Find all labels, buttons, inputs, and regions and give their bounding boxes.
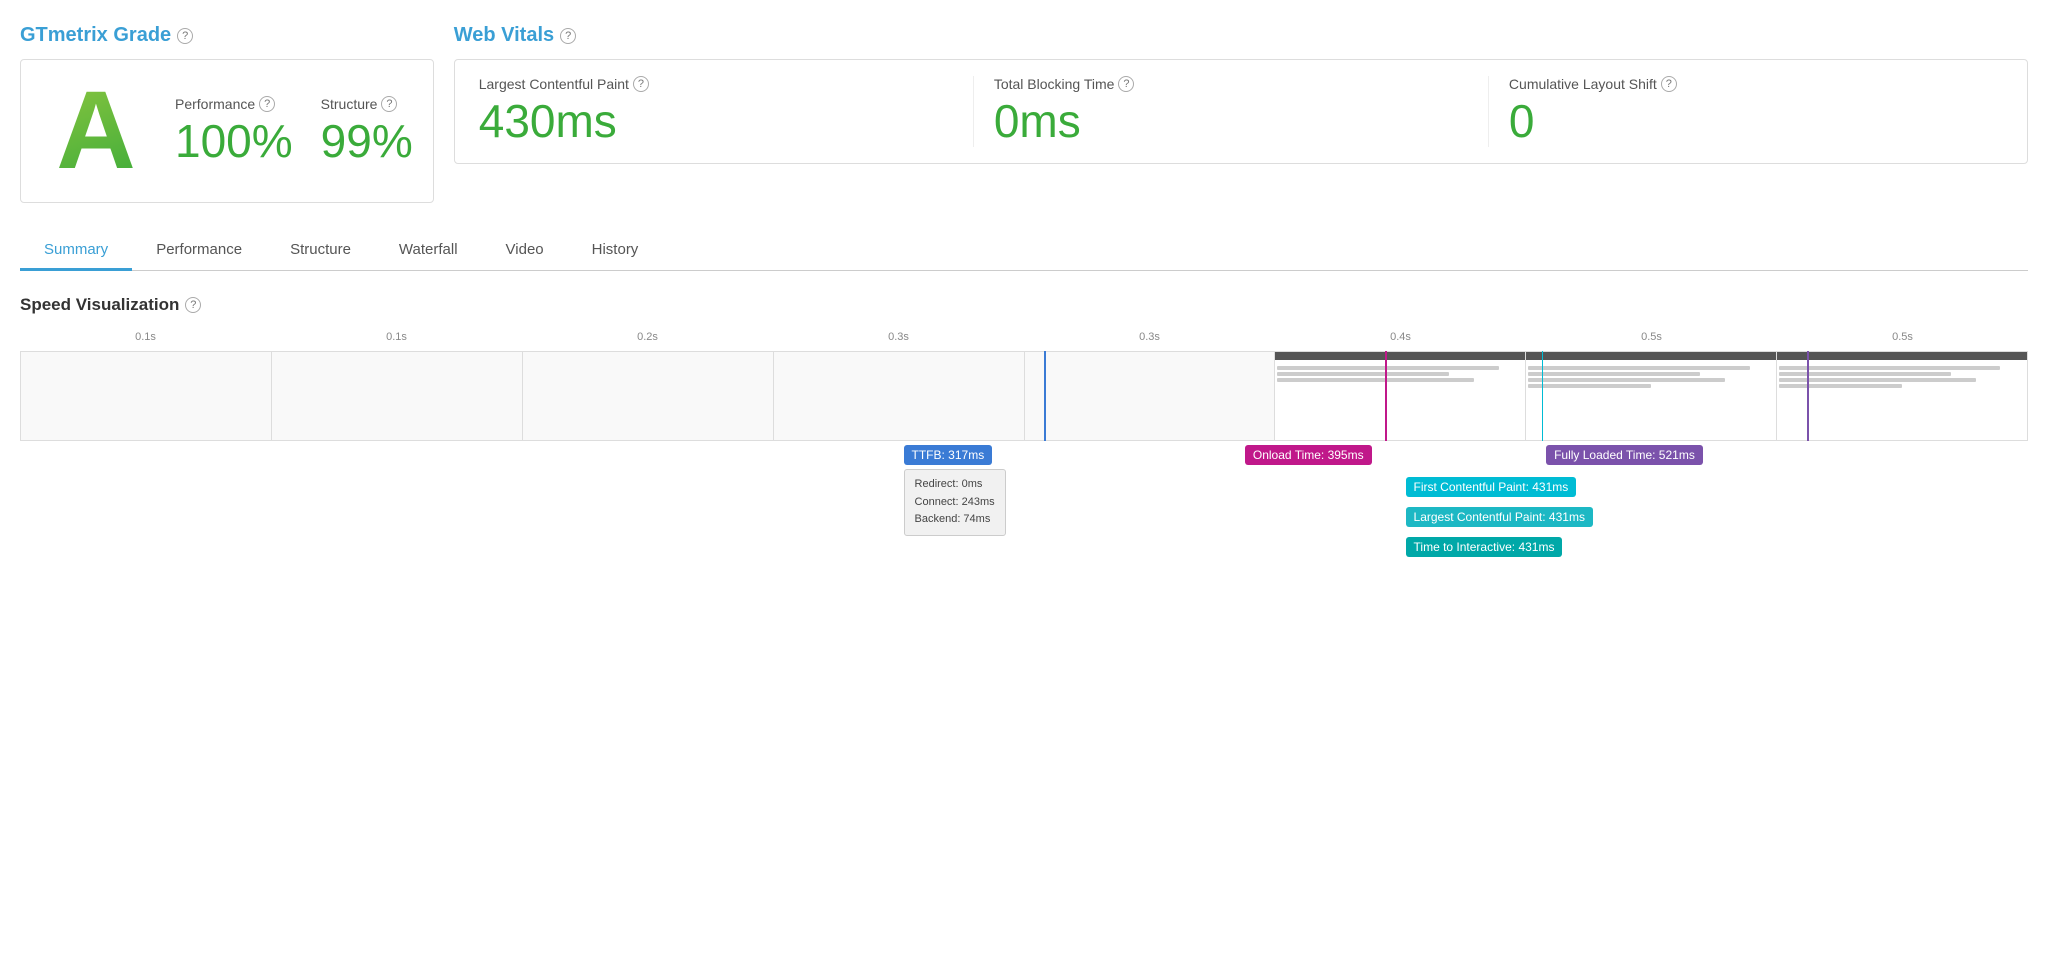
tick-6: 0.5s: [1526, 331, 1777, 347]
web-vitals-title: Web Vitals ?: [454, 24, 2028, 47]
lcp-badge: Largest Contentful Paint: 431ms: [1406, 507, 1593, 527]
tick-2: 0.2s: [522, 331, 773, 347]
tick-1: 0.1s: [271, 331, 522, 347]
frame-1: [21, 352, 272, 440]
cls-label: Cumulative Layout Shift ?: [1509, 76, 1983, 92]
lcp-help-icon[interactable]: ?: [633, 76, 649, 92]
web-vitals-help-icon[interactable]: ?: [560, 28, 576, 44]
tab-summary[interactable]: Summary: [20, 231, 132, 271]
annotations-zone: TTFB: 317ms Redirect: 0msConnect: 243msB…: [20, 441, 2028, 611]
ttfb-annotation: TTFB: 317ms Redirect: 0msConnect: 243msB…: [904, 445, 1006, 536]
lcp-annotation: Largest Contentful Paint: 431ms: [1406, 507, 1593, 527]
web-vitals-title-text: Web Vitals: [454, 24, 554, 47]
tab-performance[interactable]: Performance: [132, 231, 266, 271]
lcp-block: Largest Contentful Paint ? 430ms: [479, 76, 973, 147]
frame-2: [272, 352, 523, 440]
lcp-value: 430ms: [479, 96, 953, 147]
tick-3: 0.3s: [773, 331, 1024, 347]
onload-annotation: Onload Time: 395ms: [1245, 445, 1372, 465]
tbt-block: Total Blocking Time ? 0ms: [973, 76, 1488, 147]
cls-value: 0: [1509, 96, 1983, 147]
performance-help-icon[interactable]: ?: [259, 96, 275, 112]
top-metrics-row: GTmetrix Grade ? A Performance ? 100% St…: [20, 24, 2028, 203]
structure-label: Structure ?: [321, 96, 413, 112]
fcp-annotation: First Contentful Paint: 431ms: [1406, 477, 1577, 497]
frame-6: [1275, 352, 1526, 440]
cls-help-icon[interactable]: ?: [1661, 76, 1677, 92]
frame-8: [1777, 352, 2027, 440]
screenshot-frames: [20, 351, 2028, 441]
gtmetrix-grade-section: GTmetrix Grade ? A Performance ? 100% St…: [20, 24, 434, 203]
ttfb-tooltip: Redirect: 0msConnect: 243msBackend: 74ms: [904, 469, 1006, 536]
tick-5: 0.4s: [1275, 331, 1526, 347]
frame-7: [1526, 352, 1777, 440]
frame-4: [774, 352, 1025, 440]
grade-title-text: GTmetrix Grade: [20, 24, 171, 47]
fully-loaded-vline: [1807, 351, 1809, 441]
grade-letter: A: [41, 76, 151, 186]
tab-video[interactable]: Video: [482, 231, 568, 271]
tbt-label: Total Blocking Time ?: [994, 76, 1468, 92]
fcp-badge: First Contentful Paint: 431ms: [1406, 477, 1577, 497]
performance-score: Performance ? 100%: [175, 96, 293, 167]
tab-bar: Summary Performance Structure Waterfall …: [20, 231, 2028, 271]
grade-help-icon[interactable]: ?: [177, 28, 193, 44]
frame-3: [523, 352, 774, 440]
grade-scores: Performance ? 100% Structure ? 99%: [175, 96, 413, 167]
onload-badge: Onload Time: 395ms: [1245, 445, 1372, 465]
tab-history[interactable]: History: [568, 231, 663, 271]
grade-card: A Performance ? 100% Structure ? 99%: [20, 59, 434, 203]
performance-value: 100%: [175, 116, 293, 167]
fully-loaded-annotation: Fully Loaded Time: 521ms: [1546, 445, 1703, 465]
tbt-value: 0ms: [994, 96, 1468, 147]
structure-help-icon[interactable]: ?: [381, 96, 397, 112]
tti-annotation: Time to Interactive: 431ms: [1406, 537, 1563, 557]
time-ruler: 0.1s 0.1s 0.2s 0.3s 0.3s 0.4s 0.5s 0.5s: [20, 331, 2028, 347]
fully-loaded-badge: Fully Loaded Time: 521ms: [1546, 445, 1703, 465]
tti-badge: Time to Interactive: 431ms: [1406, 537, 1563, 557]
tick-0: 0.1s: [20, 331, 271, 347]
cls-block: Cumulative Layout Shift ? 0: [1488, 76, 2003, 147]
web-vitals-section: Web Vitals ? Largest Contentful Paint ? …: [454, 24, 2028, 203]
frame-5: [1025, 352, 1276, 440]
speed-viz-help-icon[interactable]: ?: [185, 297, 201, 313]
tick-7: 0.5s: [1777, 331, 2028, 347]
speed-viz-title: Speed Visualization ?: [20, 295, 2028, 315]
speed-visualization-section: Speed Visualization ? 0.1s 0.1s 0.2s 0.3…: [20, 295, 2028, 611]
structure-value: 99%: [321, 116, 413, 167]
ttfb-vline: [1044, 351, 1046, 441]
onload-vline: [1385, 351, 1387, 441]
lcp-label: Largest Contentful Paint ?: [479, 76, 953, 92]
frames-container: [20, 351, 2028, 441]
ttfb-badge: TTFB: 317ms: [904, 445, 993, 465]
performance-label: Performance ?: [175, 96, 293, 112]
gtmetrix-grade-title: GTmetrix Grade ?: [20, 24, 434, 47]
vitals-card: Largest Contentful Paint ? 430ms Total B…: [454, 59, 2028, 164]
fcp-vline: [1542, 351, 1543, 441]
tbt-help-icon[interactable]: ?: [1118, 76, 1134, 92]
tab-waterfall[interactable]: Waterfall: [375, 231, 482, 271]
tab-structure[interactable]: Structure: [266, 231, 375, 271]
tick-4: 0.3s: [1024, 331, 1275, 347]
structure-score: Structure ? 99%: [321, 96, 413, 167]
